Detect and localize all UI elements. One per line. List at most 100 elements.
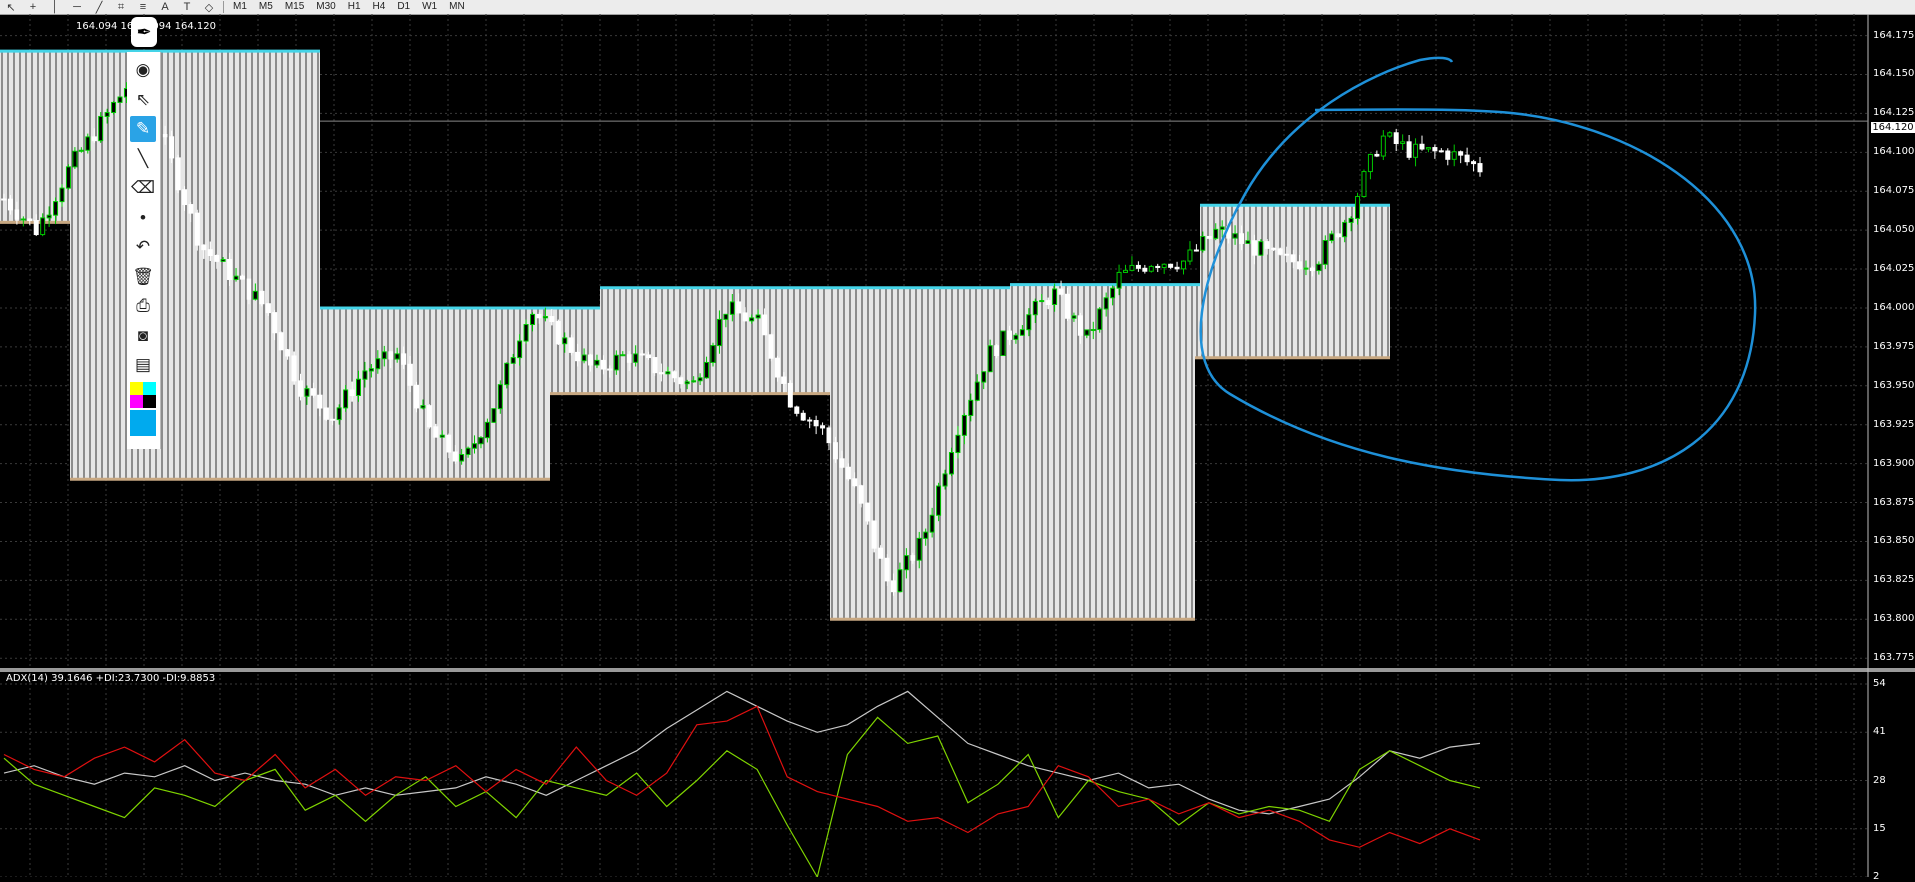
candle-body [826, 427, 832, 444]
candle-body [1361, 171, 1367, 198]
candle-body [20, 218, 26, 221]
candle-body [1413, 143, 1419, 158]
timeframe-h1[interactable]: H1 [342, 0, 367, 14]
candle-body [317, 394, 323, 409]
candle-body [568, 337, 574, 353]
candle-body [27, 218, 33, 222]
candle-body [491, 408, 497, 423]
candle-body [1245, 240, 1251, 244]
candle-body [1400, 141, 1406, 144]
palette-swatch-2[interactable] [143, 381, 156, 395]
indicator-series-3 [3, 705, 1481, 848]
candle-body [1425, 147, 1431, 150]
candle-body [878, 547, 884, 559]
candle-body [1006, 330, 1012, 340]
timeframe-w1[interactable]: W1 [416, 0, 443, 14]
candle-body [355, 378, 361, 396]
camera-icon[interactable]: ◙ [130, 323, 156, 349]
candle-body [555, 321, 561, 345]
channel-icon[interactable]: ≡ [132, 0, 154, 14]
indicator-tick-label: 41 [1873, 726, 1886, 738]
candle-body [781, 376, 787, 384]
candle-body [536, 313, 542, 319]
candle-body [472, 443, 478, 449]
candle-body [1438, 150, 1444, 153]
dot-icon[interactable]: • [130, 205, 156, 231]
palette-swatch-4[interactable] [143, 394, 156, 408]
trash-icon[interactable]: 🗑 [130, 264, 156, 290]
eye-icon[interactable]: ◉ [130, 57, 156, 83]
clipboard-icon[interactable]: ▤ [130, 352, 156, 378]
candle-body [910, 555, 916, 561]
timeframe-m15[interactable]: M15 [279, 0, 310, 14]
trendline-icon[interactable]: ╱ [88, 0, 110, 14]
candle-body [562, 337, 568, 345]
candle-body [1090, 329, 1096, 332]
candle-body [181, 189, 187, 206]
cursor-icon[interactable]: ↖ [0, 0, 22, 14]
candle-body [613, 354, 619, 371]
candle-body [1123, 269, 1129, 273]
highlighter-icon[interactable]: ✎ [130, 116, 156, 142]
horizontal-line-icon[interactable]: ─ [66, 0, 88, 14]
candle-body [691, 380, 697, 383]
pen-tool-icon[interactable]: ✒ [131, 17, 157, 47]
timeframe-d1[interactable]: D1 [391, 0, 416, 14]
candle-body [1342, 221, 1348, 238]
candle-body [774, 357, 780, 378]
candle-body [484, 421, 490, 439]
candle-body [1077, 315, 1083, 336]
candle-body [304, 388, 310, 397]
crosshair-icon[interactable]: + [22, 0, 44, 14]
candle-body [820, 425, 826, 429]
fibonacci-icon[interactable]: ⌗ [110, 0, 132, 14]
timeframe-m1[interactable]: M1 [227, 0, 253, 14]
palette-swatch-1[interactable] [130, 381, 143, 395]
candle-body [1387, 132, 1393, 137]
candle-body [169, 136, 175, 159]
candle-body [723, 313, 729, 320]
candle-body [1161, 263, 1167, 268]
candle-body [832, 442, 838, 460]
candle-body [845, 466, 851, 480]
candle-body [1200, 235, 1206, 251]
shapes-icon[interactable]: ◇ [198, 0, 220, 14]
text-icon[interactable]: A [154, 0, 176, 14]
undo-icon[interactable]: ↶ [130, 234, 156, 260]
candle-body [1213, 228, 1219, 239]
candle-body [749, 317, 755, 322]
candle-body [420, 405, 426, 409]
label-icon[interactable]: T [176, 0, 198, 14]
candle-body [478, 437, 484, 445]
candle-body [201, 244, 207, 251]
eraser-icon[interactable]: ⌫ [130, 175, 156, 201]
timeframe-m30[interactable]: M30 [310, 0, 341, 14]
price-tick-label: 163.850 [1873, 535, 1915, 547]
palette-swatch-3[interactable] [130, 394, 143, 408]
candle-body [426, 405, 432, 428]
candle-body [414, 384, 420, 409]
candle-body [684, 381, 690, 385]
candle-body [220, 259, 226, 262]
candle-body [1232, 233, 1238, 239]
candle-body [936, 485, 942, 516]
candle-body [59, 187, 65, 203]
candle-body [1032, 300, 1038, 316]
candle-body [852, 478, 858, 487]
candle-body [800, 412, 806, 421]
candle-body [549, 316, 555, 323]
line-pen-icon[interactable]: ╲ [130, 146, 156, 172]
candle-body [162, 134, 168, 138]
select-arrow-icon[interactable]: ⇖ [130, 87, 156, 113]
timeframe-m5[interactable]: M5 [253, 0, 279, 14]
timeframe-mn[interactable]: MN [443, 0, 471, 14]
color-palette-icon[interactable] [130, 381, 156, 408]
candle-body [807, 419, 813, 422]
chart-area[interactable] [0, 14, 1915, 877]
vertical-line-icon[interactable]: │ [44, 0, 66, 14]
blue-swatch-icon[interactable] [130, 409, 156, 436]
candle-body [626, 354, 632, 363]
stamp-icon[interactable]: ⎙ [130, 293, 156, 319]
timeframe-h4[interactable]: H4 [367, 0, 392, 14]
candle-body [729, 301, 735, 315]
